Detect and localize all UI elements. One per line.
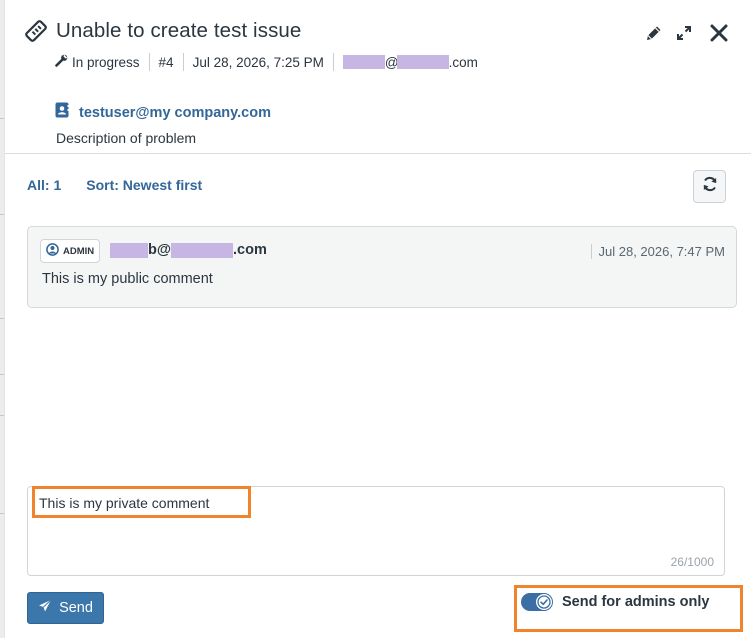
expand-button[interactable] bbox=[673, 22, 695, 44]
divider bbox=[5, 153, 751, 154]
tag-icon bbox=[25, 20, 47, 42]
admin-badge: ADMIN bbox=[40, 239, 101, 263]
redacted-text bbox=[110, 242, 148, 258]
character-counter: 26/1000 bbox=[670, 555, 714, 569]
filter-all[interactable]: All: 1 bbox=[27, 177, 61, 193]
highlight-box bbox=[32, 486, 251, 518]
paper-plane-icon bbox=[38, 599, 52, 617]
refresh-icon bbox=[702, 176, 718, 197]
comment-date: Jul 28, 2026, 7:47 PM bbox=[590, 244, 725, 259]
status-label: In progress bbox=[72, 54, 140, 70]
comment-item: ADMIN b@ .com Jul 28, 2026, 7:47 PM This… bbox=[27, 226, 737, 308]
sort-selector[interactable]: Sort: Newest first bbox=[86, 177, 202, 193]
reporter-email: @ .com bbox=[342, 55, 478, 70]
redacted-text bbox=[342, 55, 385, 69]
issue-title: Unable to create test issue bbox=[56, 19, 302, 42]
contact: testuser@my company.com bbox=[55, 102, 271, 123]
refresh-button[interactable] bbox=[693, 170, 726, 203]
highlight-box bbox=[514, 585, 743, 632]
wrench-icon bbox=[55, 54, 68, 70]
redacted-text bbox=[396, 55, 449, 69]
issue-description: Description of problem bbox=[56, 130, 197, 146]
badge-label: ADMIN bbox=[63, 245, 95, 257]
issue-created-date: Jul 28, 2026, 7:25 PM bbox=[192, 54, 324, 70]
send-button[interactable]: Send bbox=[27, 592, 104, 624]
expand-icon bbox=[676, 25, 692, 41]
status: In progress bbox=[55, 54, 140, 70]
issue-detail-panel: Unable to create test issue In progress … bbox=[4, 0, 751, 638]
redacted-text bbox=[171, 242, 233, 258]
edit-button[interactable] bbox=[643, 22, 665, 44]
user-circle-icon bbox=[46, 243, 59, 259]
close-icon bbox=[710, 24, 728, 42]
contact-card-icon bbox=[55, 102, 69, 123]
send-label: Send bbox=[59, 600, 93, 616]
comment-text: This is my public comment bbox=[42, 271, 213, 287]
comment-author: b@ .com bbox=[110, 242, 267, 258]
contact-email[interactable]: testuser@my company.com bbox=[79, 105, 271, 121]
issue-meta: In progress #4 Jul 28, 2026, 7:25 PM @ .… bbox=[55, 52, 478, 72]
pencil-icon bbox=[645, 24, 663, 42]
close-button[interactable] bbox=[708, 22, 730, 44]
issue-number: #4 bbox=[158, 54, 174, 70]
comments-toolbar: All: 1 Sort: Newest first bbox=[27, 177, 202, 193]
